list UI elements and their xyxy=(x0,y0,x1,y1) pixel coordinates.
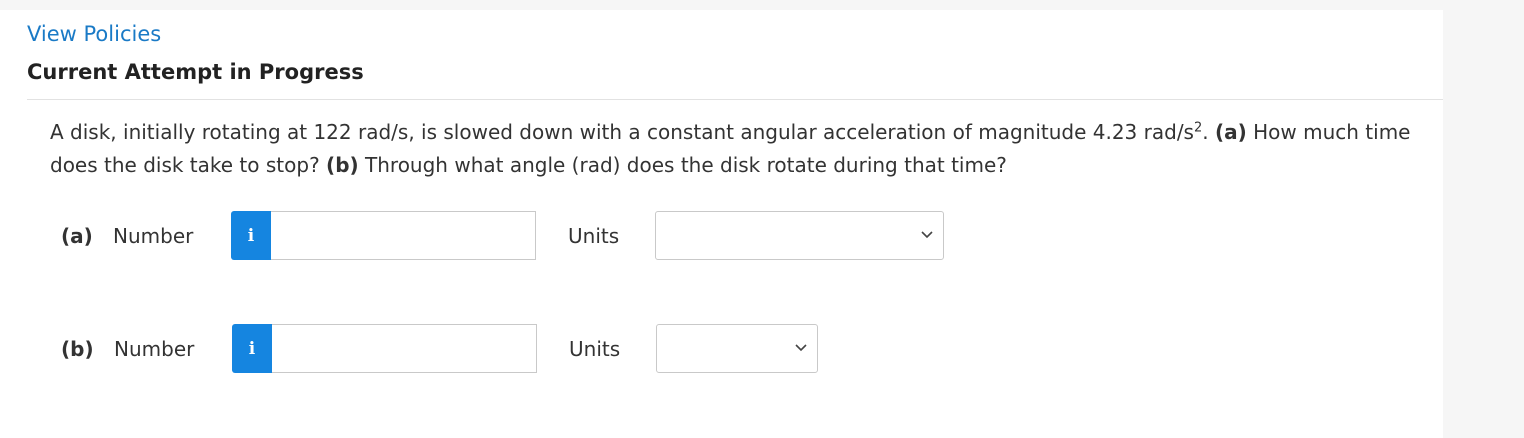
info-icon: i xyxy=(248,338,256,359)
answer-a-units-label: Units xyxy=(568,224,620,248)
question-part-b-text: Through what angle (rad) does the disk r… xyxy=(358,153,1007,177)
answer-b-number-input[interactable] xyxy=(272,324,537,373)
chevron-down-icon xyxy=(921,231,933,239)
answer-a-number-label: Number xyxy=(113,224,194,248)
answer-a-info-button[interactable]: i xyxy=(231,211,271,260)
question-part-a-tag: (a) xyxy=(1214,120,1247,144)
info-icon: i xyxy=(247,225,255,246)
divider xyxy=(27,99,1443,100)
question-part-b-tag: (b) xyxy=(326,153,359,177)
question-text-2: . xyxy=(1202,120,1215,144)
answer-b-units-label: Units xyxy=(569,337,621,361)
chevron-down-icon xyxy=(795,344,807,352)
question-card: View Policies Current Attempt in Progres… xyxy=(0,10,1443,438)
attempt-title: Current Attempt in Progress xyxy=(27,60,364,84)
answer-b-units-select[interactable] xyxy=(656,324,818,373)
view-policies-link[interactable]: View Policies xyxy=(27,22,161,46)
answer-b-label: (b) xyxy=(61,337,94,361)
answer-a-units-select[interactable] xyxy=(655,211,944,260)
answer-a-label: (a) xyxy=(61,224,93,248)
answer-b-number-label: Number xyxy=(114,337,195,361)
question-text: A disk, initially rotating at 122 rad/s,… xyxy=(50,116,1420,182)
answer-a-number-input[interactable] xyxy=(271,211,536,260)
question-text-1: A disk, initially rotating at 122 rad/s,… xyxy=(50,120,1194,144)
answer-b-info-button[interactable]: i xyxy=(232,324,272,373)
